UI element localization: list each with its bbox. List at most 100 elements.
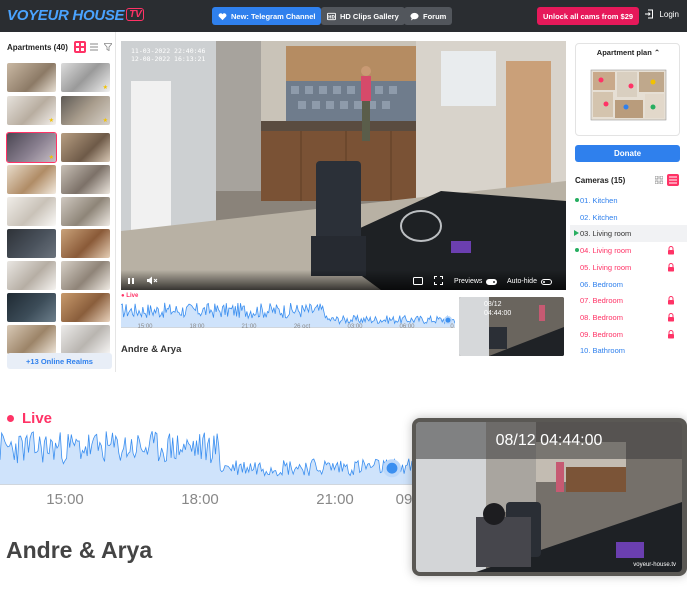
playhead-marker[interactable]: [443, 315, 453, 325]
list-icon: [90, 43, 98, 51]
apartment-thumbnail[interactable]: ★: [61, 63, 110, 92]
autohide-toggle[interactable]: Auto-hide: [507, 278, 552, 285]
apartment-thumbnail[interactable]: [7, 293, 56, 322]
tick-label: 18:00: [181, 491, 219, 508]
apartment-thumbnail[interactable]: [61, 133, 110, 162]
camera-item[interactable]: 03. Living room: [570, 225, 687, 243]
preview-frame: 08/12 04:44:00 voyeur-house.tv: [416, 422, 682, 572]
video-controls-bar: Previews Auto-hide: [121, 270, 566, 290]
tick-label: 26 oct: [293, 324, 311, 330]
apartment-thumbnail[interactable]: [7, 197, 56, 226]
apartment-thumbnail[interactable]: ★: [7, 96, 56, 125]
apartment-plan-title[interactable]: Apartment plan ⌃: [576, 48, 681, 57]
star-icon: ★: [48, 155, 54, 161]
apartment-thumbnail[interactable]: [7, 165, 56, 194]
camera-label: 07. Bedroom: [580, 296, 623, 306]
previews-switch[interactable]: [486, 278, 498, 285]
hd-icon: HD: [327, 12, 336, 20]
tick-label: 18:00: [189, 324, 205, 330]
tick-label: 15:00: [46, 491, 84, 508]
apartment-thumbnail[interactable]: [7, 325, 56, 354]
floor-plan-map[interactable]: [581, 62, 676, 127]
tick-label: 06:00: [399, 324, 415, 330]
camera-item[interactable]: 08. Bedroom: [570, 309, 687, 326]
unlock-cams-button[interactable]: Unlock all cams from $29: [537, 7, 640, 25]
pause-button[interactable]: [127, 277, 135, 285]
apartment-thumbnail[interactable]: [61, 261, 110, 290]
fullscreen-icon: [434, 276, 443, 285]
fullscreen-button[interactable]: [434, 276, 443, 285]
svg-text:HD: HD: [328, 14, 335, 19]
camera-item[interactable]: 10. Bathroom: [570, 342, 687, 359]
camera-item[interactable]: 01. Kitchen: [570, 192, 687, 209]
cameras-grid-toggle[interactable]: [653, 174, 665, 186]
cameras-list-toggle[interactable]: [667, 174, 679, 186]
autohide-switch[interactable]: [540, 278, 552, 285]
camera-item[interactable]: 04. Living room: [570, 242, 687, 259]
camera-item[interactable]: 09. Bedroom: [570, 326, 687, 343]
camera-item[interactable]: 02. Kitchen: [570, 209, 687, 226]
apartment-thumbnail[interactable]: [61, 293, 110, 322]
camera-label: 03. Living room: [580, 229, 632, 239]
online-dot-icon: [575, 248, 579, 253]
camera-label: 01. Kitchen: [580, 196, 618, 205]
list-icon: [669, 176, 677, 184]
tick-label: 21:00: [241, 324, 257, 330]
online-dot-icon: [575, 198, 579, 202]
timeline-small[interactable]: ● Live 15:00 18:00 21:00 26 oct 03:00 06…: [121, 292, 455, 337]
live-dot-icon: [7, 415, 14, 422]
hd-quality-button[interactable]: [413, 277, 423, 285]
playhead-marker[interactable]: [382, 459, 401, 478]
online-realms-button[interactable]: +13 Online Realms: [7, 353, 112, 369]
previews-toggle[interactable]: Previews: [454, 278, 498, 285]
hd-clips-button[interactable]: HD HD Clips Gallery: [321, 7, 405, 25]
apartment-plan-card[interactable]: Apartment plan ⌃: [575, 43, 680, 136]
camera-item[interactable]: 07. Bedroom: [570, 292, 687, 309]
lock-icon: [668, 296, 674, 305]
live-video-player[interactable]: 11-03-2022 22:40:46 12-08-2022 16:13:21 …: [121, 41, 566, 290]
chevron-up-icon: ⌃: [653, 48, 661, 57]
star-icon: ★: [102, 118, 108, 124]
live-indicator[interactable]: ● Live: [121, 293, 138, 299]
camera-item[interactable]: 06. Bedroom: [570, 276, 687, 293]
apartment-thumbnail[interactable]: [7, 229, 56, 258]
filter-icon: [104, 43, 112, 51]
apartment-thumbnail[interactable]: [61, 325, 110, 354]
preview-scene: [459, 297, 564, 356]
tick-label: 15:00: [137, 324, 153, 330]
mute-button[interactable]: [147, 276, 158, 285]
camera-label: 08. Bedroom: [580, 312, 623, 322]
right-sidebar: Apartment plan ⌃ Donate Cameras (15) 01.…: [570, 32, 687, 372]
apartment-thumbnail[interactable]: [7, 261, 56, 290]
site-logo[interactable]: VOYEUR HOUSE TV: [7, 7, 145, 24]
timeline-preview-thumbnail: 08/12 04:44:00: [459, 297, 564, 356]
lock-icon: [668, 246, 674, 255]
pause-icon: [128, 278, 134, 284]
grid-view-toggle[interactable]: [74, 41, 86, 53]
donate-button[interactable]: Donate: [575, 145, 680, 162]
preview-timestamp: 08/12 04:44:00: [484, 301, 512, 317]
apartment-thumbnail[interactable]: [61, 165, 110, 194]
play-indicator-icon: [574, 230, 579, 237]
apartment-thumbnail-selected[interactable]: ★: [6, 132, 57, 163]
apartment-thumbnail[interactable]: [7, 63, 56, 92]
activity-waveform-zoomed[interactable]: [0, 425, 412, 485]
timeline-preview-zoomed: 08/12 04:44:00 voyeur-house.tv: [412, 418, 687, 576]
tick-label: 0: [450, 324, 454, 330]
apartment-thumbnail[interactable]: [61, 197, 110, 226]
grid-icon: [655, 176, 663, 184]
list-view-toggle[interactable]: [88, 41, 100, 53]
login-button[interactable]: Login: [644, 9, 679, 19]
cameras-title: Cameras (15): [575, 176, 626, 185]
camera-label: 04. Living room: [580, 246, 632, 256]
apartment-thumbnail[interactable]: ★: [61, 96, 110, 125]
apartment-thumbnail[interactable]: [61, 229, 110, 258]
camera-item[interactable]: 05. Living room: [570, 259, 687, 276]
telegram-channel-button[interactable]: New: Telegram Channel: [212, 7, 322, 25]
tick-label: 03:00: [347, 324, 363, 330]
filter-button[interactable]: [102, 41, 114, 53]
watermark: voyeur-house.tv: [633, 562, 676, 568]
chat-bubble-icon: [410, 12, 419, 21]
forum-button[interactable]: Forum: [404, 7, 453, 25]
lock-icon: [668, 262, 674, 272]
